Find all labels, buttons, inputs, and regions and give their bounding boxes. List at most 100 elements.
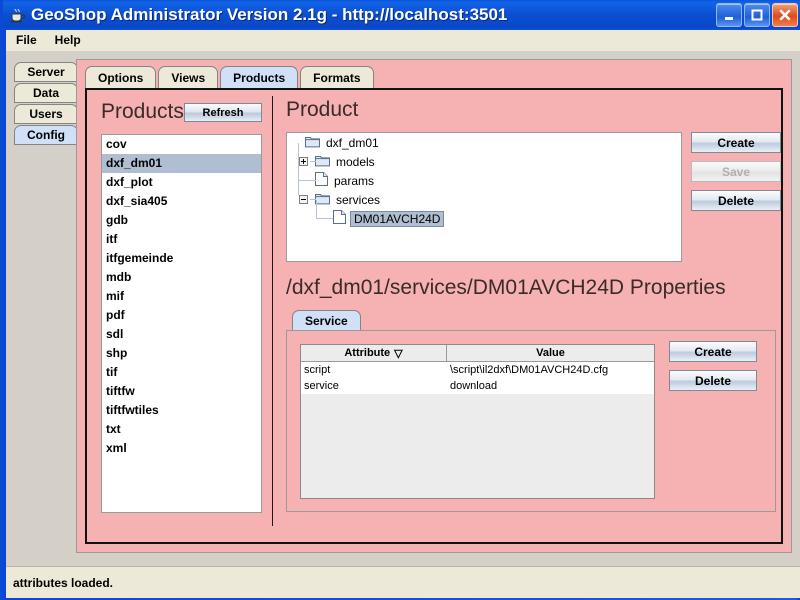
refresh-button[interactable]: Refresh (184, 103, 262, 122)
folder-icon (305, 135, 320, 151)
list-item[interactable]: gdb (102, 211, 261, 230)
tab-label: Formats (313, 70, 361, 85)
button-label: Create (717, 135, 755, 150)
table-row[interactable]: service download (301, 378, 654, 394)
tree-node-models[interactable]: models (287, 143, 681, 171)
service-tab-body: Attribute ▽ Value script \script\il2dxf\… (286, 330, 776, 512)
button-label: Save (721, 164, 751, 179)
delete-product-button[interactable]: Delete (691, 190, 781, 211)
sidebar-item-label: Users (29, 107, 63, 121)
products-tab-body: Products Refresh cov dxf_dm01 dxf_plot d… (85, 88, 783, 544)
config-panel: Options Views Products Formats Products … (76, 59, 792, 553)
column-header-attribute[interactable]: Attribute ▽ (301, 345, 447, 362)
list-item[interactable]: mif (102, 287, 261, 306)
list-item[interactable]: xml (102, 439, 261, 458)
list-item[interactable]: dxf_plot (102, 173, 261, 192)
delete-attribute-button[interactable]: Delete (669, 370, 757, 391)
sidebar-item-server[interactable]: Server (14, 62, 78, 82)
client-area: Server Data Users Config Options Views P… (6, 51, 800, 566)
list-item[interactable]: tif (102, 363, 261, 382)
table-header-row: Attribute ▽ Value (301, 345, 654, 362)
sidebar-item-data[interactable]: Data (14, 83, 78, 103)
window-title: GeoShop Administrator Version 2.1g - htt… (31, 5, 508, 24)
create-product-button[interactable]: Create (691, 132, 781, 153)
expand-handle-icon (317, 214, 326, 223)
attribute-action-buttons: Create Delete (669, 341, 757, 399)
expand-handle-icon[interactable] (299, 157, 308, 166)
button-label: Create (694, 344, 732, 359)
file-icon (333, 210, 346, 227)
config-tab-strip: Options Views Products Formats (85, 66, 376, 88)
close-button[interactable] (772, 3, 798, 27)
menu-item-file[interactable]: File (8, 31, 45, 50)
list-item[interactable]: sdl (102, 325, 261, 344)
tab-label: Options (98, 70, 144, 85)
file-icon (315, 172, 328, 189)
cell-attribute: script (304, 364, 331, 376)
button-label: Delete (717, 193, 755, 208)
properties-heading: /dxf_dm01/services/DM01AVCH24D Propertie… (286, 276, 726, 299)
attributes-table[interactable]: Attribute ▽ Value script \script\il2dxf\… (300, 344, 655, 499)
table-row[interactable]: script \script\il2dxf\DM01AVCH24D.cfg (301, 362, 654, 378)
application-window: GeoShop Administrator Version 2.1g - htt… (0, 0, 800, 600)
tree-guide-line (310, 161, 316, 162)
status-message: attributes loaded. (13, 575, 114, 590)
tab-options[interactable]: Options (85, 66, 157, 88)
tree-node-label: dxf_dm01 (326, 135, 379, 150)
cell-value: download (450, 380, 498, 392)
cell-attribute: service (304, 380, 339, 392)
list-item[interactable]: tiftfw (102, 382, 261, 401)
folder-icon (315, 154, 330, 170)
list-item[interactable]: shp (102, 344, 261, 363)
list-item[interactable]: cov (102, 135, 261, 154)
tree-node-dm01avch24d[interactable]: DM01AVCH24D (287, 200, 681, 228)
tree-guide-line (298, 181, 299, 195)
menu-bar: File Help (6, 30, 800, 52)
list-item[interactable]: itf (102, 230, 261, 249)
list-item[interactable]: tiftfwtiles (102, 401, 261, 420)
list-item[interactable]: itfgemeinde (102, 249, 261, 268)
collapse-handle-icon[interactable] (299, 195, 308, 204)
title-bar: GeoShop Administrator Version 2.1g - htt… (3, 0, 800, 30)
split-pane-divider[interactable] (272, 96, 273, 526)
column-header-value[interactable]: Value (447, 345, 654, 362)
window-controls (716, 3, 798, 27)
sidebar-item-config[interactable]: Config (14, 125, 78, 145)
products-list[interactable]: cov dxf_dm01 dxf_plot dxf_sia405 gdb itf… (101, 134, 262, 513)
tree-node-label: DM01AVCH24D (350, 210, 445, 227)
sort-descending-icon: ▽ (394, 347, 403, 360)
tree-node-label: models (336, 154, 375, 169)
tree-node-services[interactable]: services (287, 181, 681, 209)
tab-products[interactable]: Products (220, 66, 299, 88)
tab-label: Products (233, 70, 286, 85)
tree-node-params[interactable]: params (287, 162, 681, 190)
create-attribute-button[interactable]: Create (669, 341, 757, 362)
list-item[interactable]: pdf (102, 306, 261, 325)
category-tab-strip: Server Data Users Config (14, 62, 78, 146)
list-item[interactable]: mdb (102, 268, 261, 287)
list-item[interactable]: dxf_dm01 (102, 154, 261, 173)
product-tree[interactable]: dxf_dm01 models params services DM01AVCH… (286, 132, 682, 262)
tab-service[interactable]: Service (292, 310, 361, 331)
save-product-button: Save (691, 161, 781, 182)
tab-label: Service (305, 314, 348, 328)
tab-label: Views (171, 70, 206, 85)
product-heading: Product (286, 98, 359, 121)
sidebar-item-label: Server (27, 65, 65, 79)
folder-icon (315, 192, 330, 208)
menu-item-help[interactable]: Help (47, 31, 89, 50)
maximize-button[interactable] (744, 3, 770, 27)
button-label: Delete (694, 373, 732, 388)
minimize-button[interactable] (716, 3, 742, 27)
tab-views[interactable]: Views (158, 66, 219, 88)
cell-value: \script\il2dxf\DM01AVCH24D.cfg (450, 364, 609, 376)
sidebar-item-label: Data (32, 86, 59, 100)
coffee-cup-icon (9, 7, 26, 24)
tree-node-dxf-dm01[interactable]: dxf_dm01 (287, 133, 681, 152)
tab-formats[interactable]: Formats (300, 66, 374, 88)
sidebar-item-users[interactable]: Users (14, 104, 78, 124)
list-item[interactable]: dxf_sia405 (102, 192, 261, 211)
properties-tab-strip: Service (292, 310, 361, 331)
tree-node-label: services (336, 192, 381, 207)
list-item[interactable]: txt (102, 420, 261, 439)
